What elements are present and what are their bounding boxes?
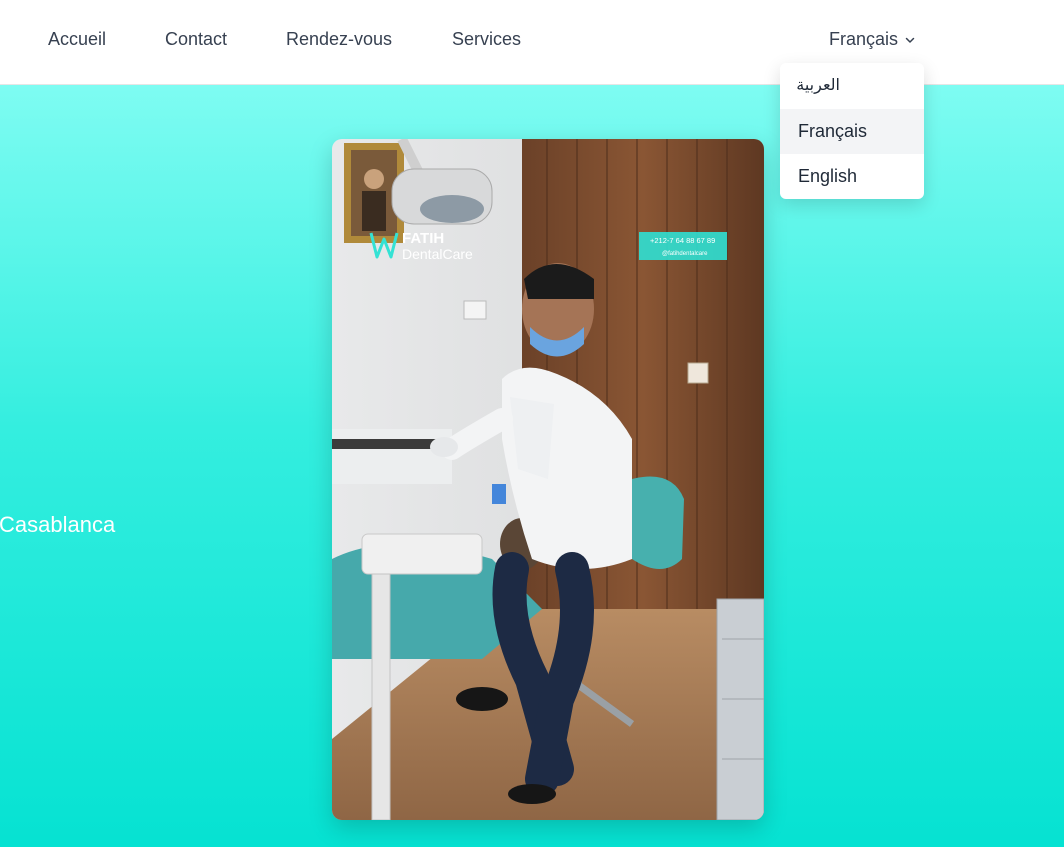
hero-section: Casablanca FATIH DentalCare +212-7 64 88… xyxy=(0,85,1064,847)
language-dropdown: العربية Français English xyxy=(780,63,924,199)
nav-link-services[interactable]: Services xyxy=(452,29,521,50)
brand-name: FATIH xyxy=(402,230,444,247)
nav-link-contact[interactable]: Contact xyxy=(165,29,227,50)
clinic-photo: FATIH DentalCare +212-7 64 88 67 89 @fat… xyxy=(332,139,764,820)
nav-link-accueil[interactable]: Accueil xyxy=(48,29,106,50)
city-label: Casablanca xyxy=(0,512,116,537)
contact-phone: +212-7 64 88 67 89 xyxy=(650,236,715,245)
brand-sub: DentalCare xyxy=(402,246,473,262)
language-option-arabic[interactable]: العربية xyxy=(780,63,924,109)
language-option-french[interactable]: Français xyxy=(780,109,924,154)
language-current-label: Français xyxy=(829,29,899,49)
language-option-english[interactable]: English xyxy=(780,154,924,199)
contact-handle: @fatihdentalcare xyxy=(662,251,708,257)
clinic-video[interactable]: FATIH DentalCare +212-7 64 88 67 89 @fat… xyxy=(332,139,764,820)
language-selector[interactable]: Français xyxy=(829,29,916,50)
nav-link-rendez-vous[interactable]: Rendez-vous xyxy=(286,29,392,50)
chevron-down-icon xyxy=(905,37,915,43)
contact-overlay: +212-7 64 88 67 89 @fatihdentalcare xyxy=(639,232,727,260)
